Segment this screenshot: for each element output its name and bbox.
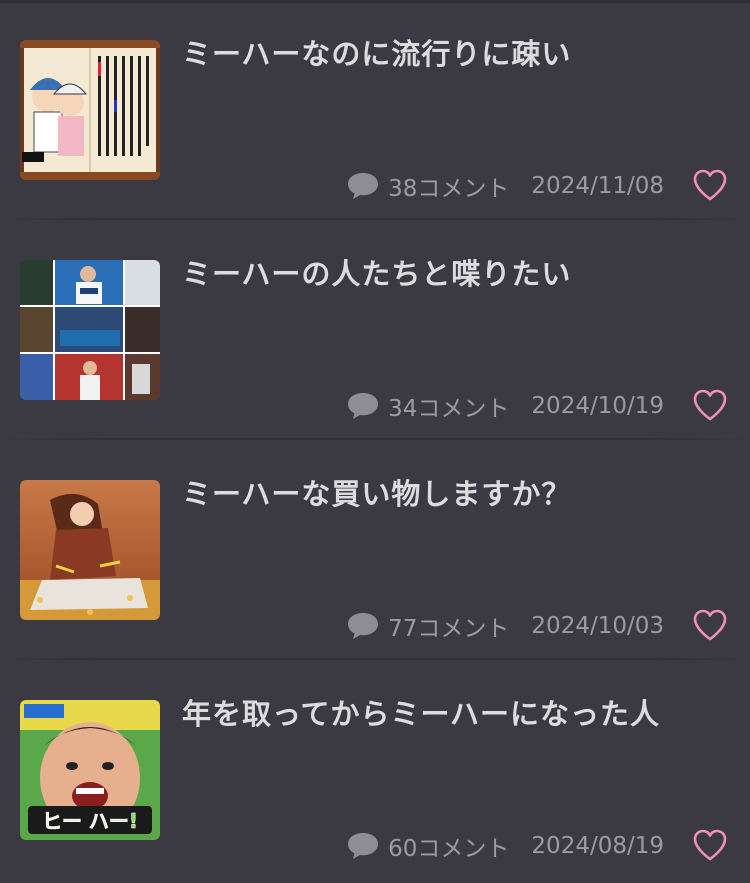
speech-bubble-icon bbox=[348, 833, 379, 859]
topic-date: 2024/10/03 bbox=[531, 613, 664, 639]
comment-count: 38コメント bbox=[388, 176, 510, 202]
topic-date: 2024/10/19 bbox=[531, 393, 664, 419]
topic-item[interactable]: ミーハーな買い物しますか？ 77コメント 2024/10/03 bbox=[0, 440, 750, 660]
speech-bubble-icon bbox=[348, 613, 379, 639]
speech-bubble-icon bbox=[348, 393, 379, 419]
topic-meta: 77コメント 2024/10/03 bbox=[346, 606, 664, 646]
heart-icon[interactable] bbox=[692, 608, 728, 642]
topic-date: 2024/11/08 bbox=[531, 173, 664, 199]
speech-bubble-icon bbox=[348, 173, 379, 199]
topic-title[interactable]: ミーハーの人たちと喋りたい bbox=[182, 254, 722, 294]
topic-meta: 60コメント 2024/08/19 bbox=[346, 826, 664, 866]
topic-title[interactable]: ミーハーなのに流行りに疎い bbox=[182, 34, 722, 74]
topic-thumbnail[interactable] bbox=[20, 480, 160, 620]
heart-icon[interactable] bbox=[692, 168, 728, 202]
topic-thumbnail[interactable] bbox=[20, 40, 160, 180]
topic-item[interactable]: ヒー ハー! 年を取ってからミーハーになった人 60コメント 2024/08/1… bbox=[0, 660, 750, 880]
topic-thumbnail[interactable] bbox=[20, 260, 160, 400]
topic-item[interactable]: ミーハーの人たちと喋りたい 34コメント 2024/10/19 bbox=[0, 220, 750, 440]
topic-thumbnail[interactable]: ヒー ハー! bbox=[20, 700, 160, 840]
topic-title[interactable]: 年を取ってからミーハーになった人 bbox=[182, 694, 722, 734]
topic-list: ミーハーなのに流行りに疎い 38コメント 2024/11/08 ミーハーの人たち… bbox=[0, 0, 750, 883]
topic-date: 2024/08/19 bbox=[531, 833, 664, 859]
topic-meta: 34コメント 2024/10/19 bbox=[346, 386, 664, 426]
comment-count: 77コメント bbox=[388, 616, 510, 642]
comment-count: 60コメント bbox=[388, 836, 510, 862]
heart-icon[interactable] bbox=[692, 828, 728, 862]
topic-item[interactable]: ミーハーなのに流行りに疎い 38コメント 2024/11/08 bbox=[0, 0, 750, 220]
heart-icon[interactable] bbox=[692, 388, 728, 422]
topic-title[interactable]: ミーハーな買い物しますか？ bbox=[182, 474, 722, 514]
comment-count: 34コメント bbox=[388, 396, 510, 422]
topic-meta: 38コメント 2024/11/08 bbox=[346, 166, 664, 206]
thumb-caption: ヒー ハー! bbox=[42, 809, 138, 833]
